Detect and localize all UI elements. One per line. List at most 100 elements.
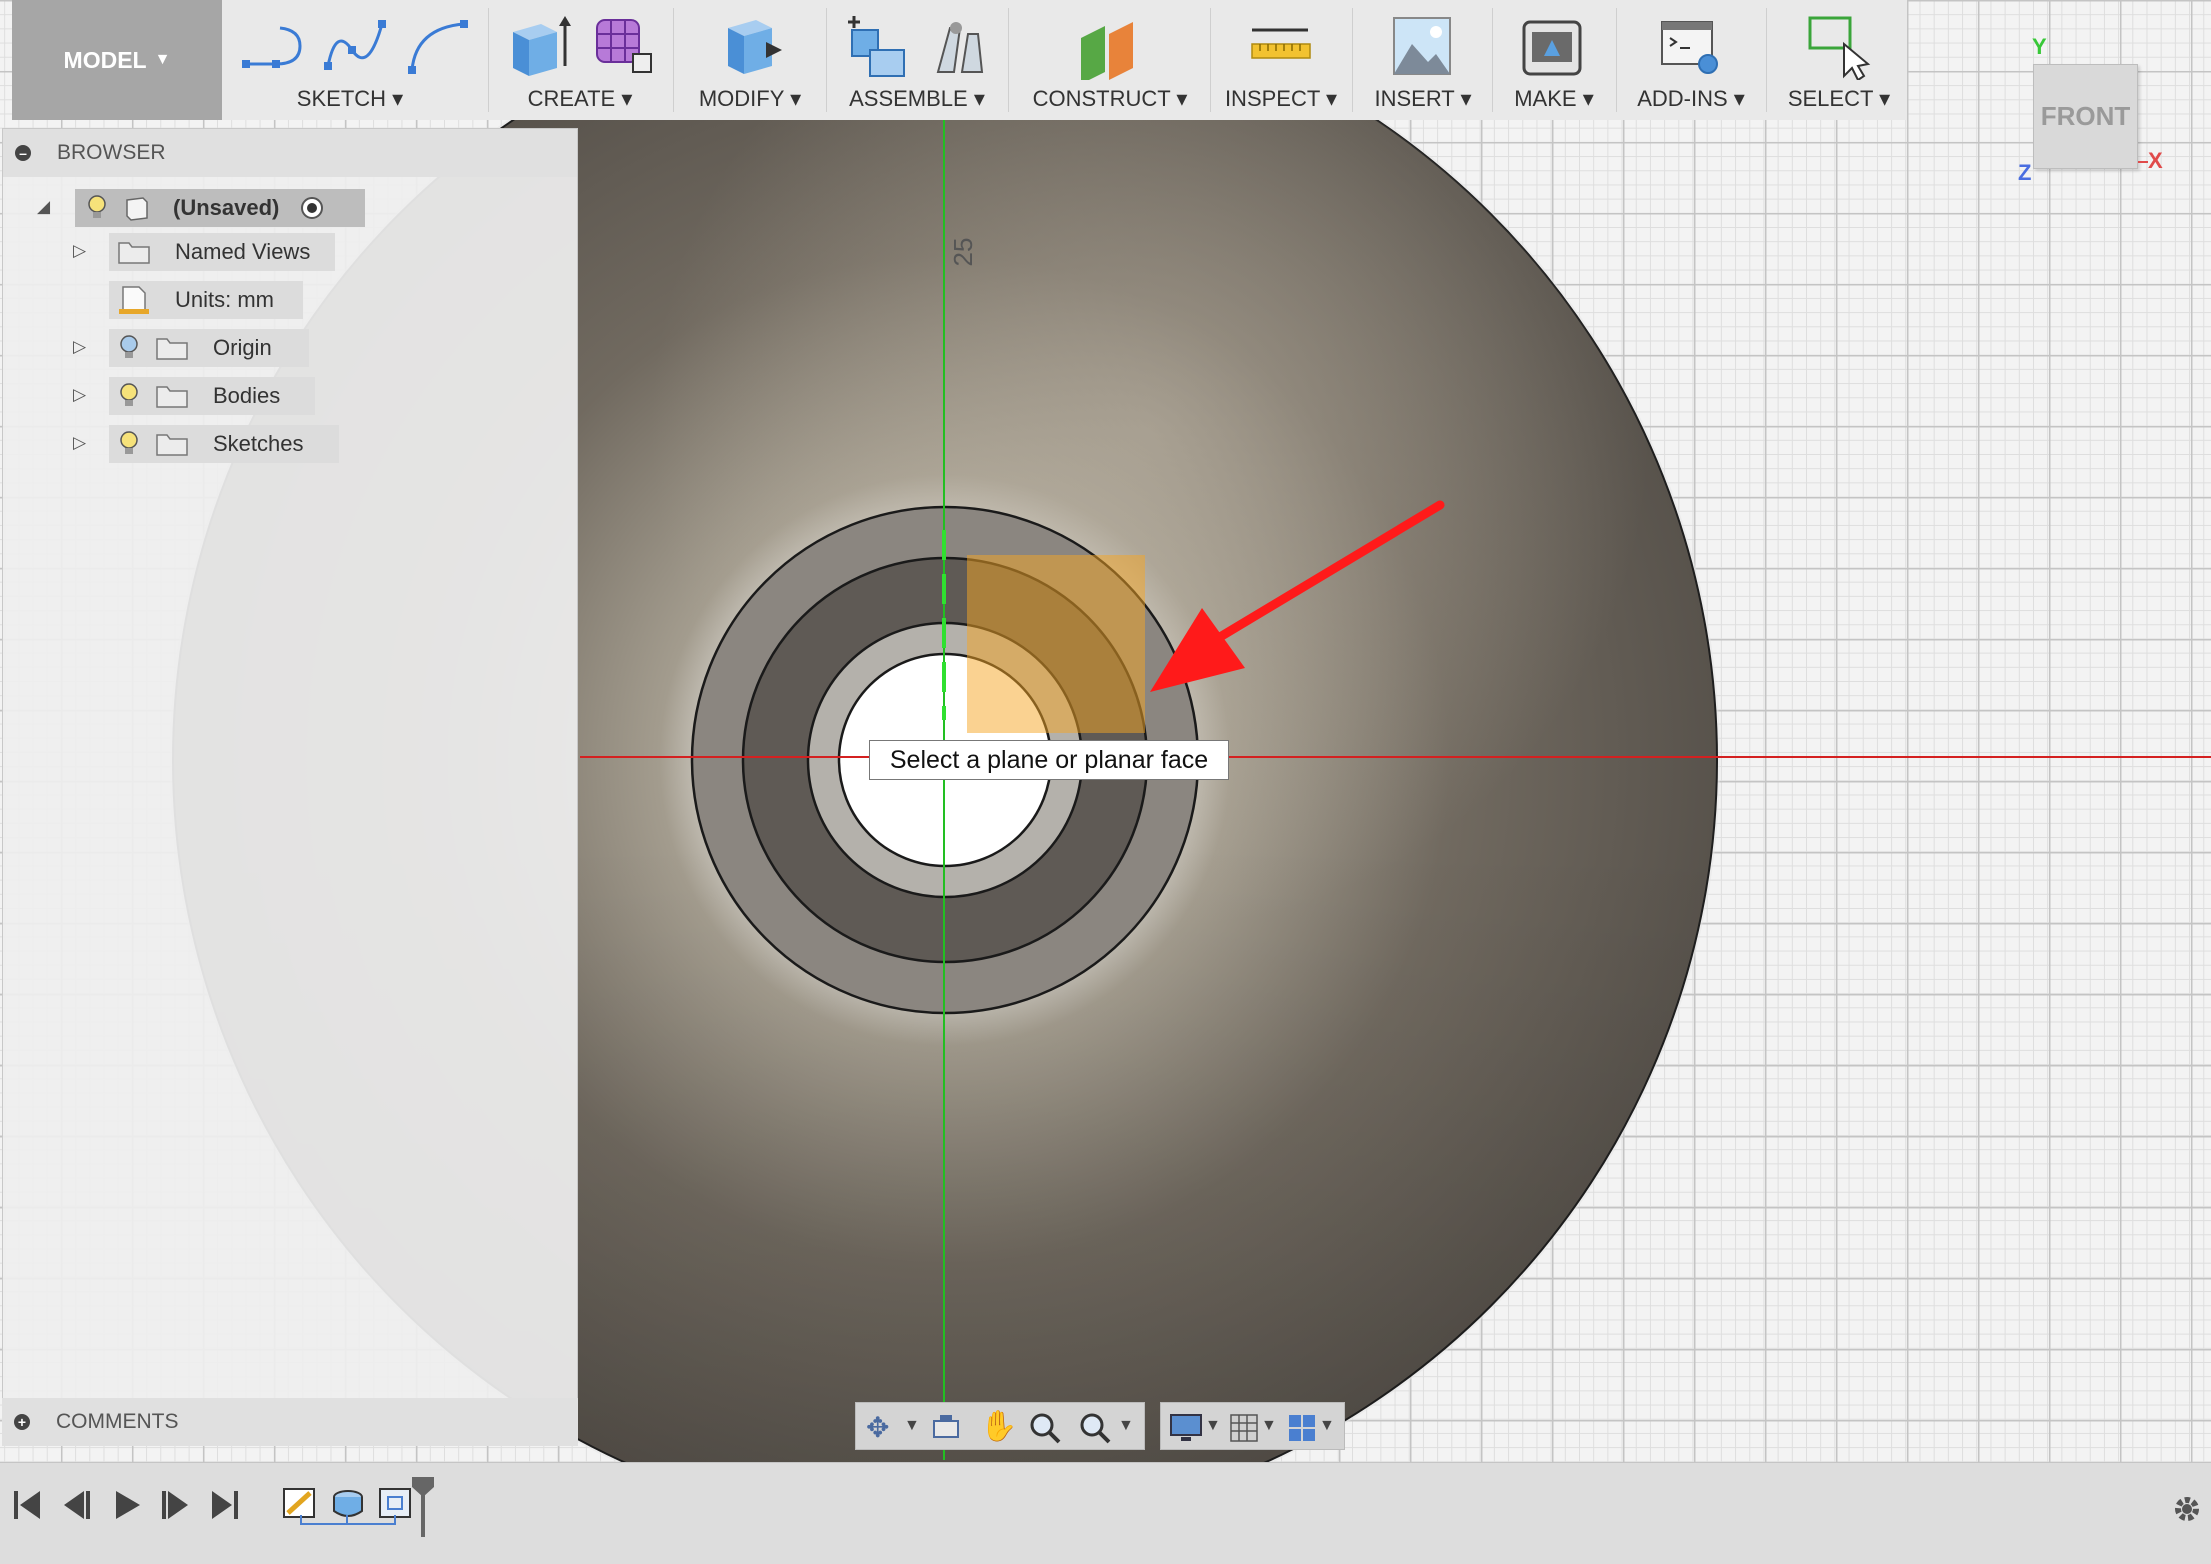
visibility-bulb-icon[interactable] bbox=[117, 382, 141, 410]
orbit-dropdown-icon[interactable]: ▼ bbox=[904, 1417, 920, 1435]
look-at-icon[interactable] bbox=[930, 1413, 962, 1441]
view-cube-axis-y: Y bbox=[2032, 34, 2047, 59]
grid-settings-icon[interactable] bbox=[1229, 1413, 1259, 1443]
measure-icon[interactable] bbox=[1248, 26, 1314, 66]
display-settings-group: ▼ ▼ ▼ bbox=[1160, 1402, 1345, 1450]
browser-item-sketches[interactable]: Sketches bbox=[109, 425, 339, 463]
browser-title: BROWSER bbox=[57, 141, 166, 164]
press-pull-icon[interactable] bbox=[716, 14, 786, 78]
insert-image-icon[interactable] bbox=[1390, 14, 1454, 78]
modify-menu-label[interactable]: MODIFY ▾ bbox=[680, 86, 820, 112]
inspect-menu-label[interactable]: INSPECT ▾ bbox=[1216, 86, 1346, 112]
orbit-icon[interactable]: ✥ bbox=[866, 1411, 889, 1444]
item-label: Bodies bbox=[213, 383, 281, 408]
item-label: Units: mm bbox=[175, 287, 274, 312]
document-units-icon bbox=[119, 286, 149, 314]
create-menu-label[interactable]: CREATE ▾ bbox=[495, 86, 665, 112]
expand-bodies-icon[interactable]: ▷ bbox=[73, 385, 86, 405]
expand-origin-icon[interactable]: ▷ bbox=[73, 337, 86, 357]
extrude-icon[interactable] bbox=[507, 14, 571, 78]
browser-item-units[interactable]: Units: mm bbox=[109, 281, 303, 319]
line-tool-icon[interactable] bbox=[240, 20, 310, 72]
construct-menu[interactable]: CONSTRUCT ▾ bbox=[1015, 0, 1205, 120]
scripts-icon[interactable] bbox=[1658, 16, 1726, 80]
expand-panel-icon[interactable]: + bbox=[14, 1414, 30, 1430]
display-dropdown-icon[interactable]: ▼ bbox=[1205, 1417, 1221, 1435]
offset-plane-icon[interactable] bbox=[1075, 14, 1149, 80]
step-back-icon[interactable] bbox=[62, 1489, 92, 1521]
collapse-panel-icon[interactable]: – bbox=[15, 145, 31, 161]
comments-panel-header[interactable]: + COMMENTS bbox=[2, 1398, 578, 1446]
modify-menu[interactable]: MODIFY ▾ bbox=[680, 0, 820, 120]
activate-radio-icon[interactable] bbox=[299, 195, 325, 221]
navigation-bar: ✥ ▼ ✋ ▼ ▼ ▼ ▼ bbox=[855, 1402, 1345, 1450]
make-menu[interactable]: MAKE ▾ bbox=[1498, 0, 1610, 120]
select-window-icon[interactable] bbox=[1806, 14, 1872, 80]
step-forward-icon[interactable] bbox=[160, 1489, 190, 1521]
view-cube[interactable]: FRONT bbox=[2033, 64, 2138, 169]
pan-hand-icon[interactable]: ✋ bbox=[980, 1409, 1017, 1444]
dimension-label: 25 bbox=[948, 237, 978, 267]
make-menu-label[interactable]: MAKE ▾ bbox=[1498, 86, 1610, 112]
plane-highlight bbox=[967, 555, 1145, 733]
sketch-menu-label[interactable]: SKETCH ▾ bbox=[230, 86, 470, 112]
browser-root-node[interactable]: (Unsaved) bbox=[75, 189, 365, 227]
item-label: Origin bbox=[213, 335, 272, 360]
timeline-marker-icon[interactable] bbox=[410, 1475, 436, 1539]
assemble-menu[interactable]: ASSEMBLE ▾ bbox=[832, 0, 1002, 120]
timeline-settings-gear-icon[interactable] bbox=[2171, 1493, 2203, 1525]
add-ins-menu[interactable]: ADD-INS ▾ bbox=[1622, 0, 1760, 120]
insert-menu-label[interactable]: INSERT ▾ bbox=[1358, 86, 1488, 112]
visibility-bulb-icon[interactable] bbox=[117, 430, 141, 458]
grid-dropdown-icon[interactable]: ▼ bbox=[1261, 1417, 1277, 1435]
chevron-down-icon: ▼ bbox=[154, 51, 171, 68]
form-icon[interactable] bbox=[591, 14, 655, 78]
folder-icon bbox=[156, 386, 188, 408]
3d-print-icon[interactable] bbox=[1520, 16, 1584, 80]
new-component-icon[interactable] bbox=[844, 14, 914, 80]
browser-panel: – BROWSER ◢ (Unsaved) ▷ Named Views Unit… bbox=[2, 128, 578, 1446]
assemble-menu-label[interactable]: ASSEMBLE ▾ bbox=[832, 86, 1002, 112]
timeline-sketch-feature-icon-2[interactable] bbox=[378, 1485, 414, 1521]
expand-named-views-icon[interactable]: ▷ bbox=[73, 241, 86, 261]
inspect-menu[interactable]: INSPECT ▾ bbox=[1216, 0, 1346, 120]
workspace-switcher-button[interactable]: MODEL ▼ bbox=[12, 0, 222, 120]
joint-icon[interactable] bbox=[928, 14, 994, 80]
visibility-bulb-icon[interactable] bbox=[85, 194, 109, 222]
folder-icon bbox=[156, 434, 188, 456]
create-menu[interactable]: CREATE ▾ bbox=[495, 0, 665, 120]
browser-item-origin[interactable]: Origin bbox=[109, 329, 309, 367]
zoom-icon[interactable] bbox=[1028, 1411, 1062, 1445]
viewports-icon[interactable] bbox=[1287, 1413, 1317, 1443]
timeline-revolve-feature-icon[interactable] bbox=[330, 1485, 366, 1521]
select-menu-label[interactable]: SELECT ▾ bbox=[1772, 86, 1906, 112]
go-to-end-icon[interactable] bbox=[210, 1489, 240, 1521]
browser-header[interactable]: – BROWSER bbox=[3, 129, 577, 177]
sketch-menu[interactable]: SKETCH ▾ bbox=[230, 0, 470, 120]
nav-tools-group: ✥ ▼ ✋ ▼ bbox=[855, 1402, 1145, 1450]
view-cube-axis-x: X bbox=[2148, 148, 2163, 173]
add-ins-menu-label[interactable]: ADD-INS ▾ bbox=[1622, 86, 1760, 112]
selection-tooltip: Select a plane or planar face bbox=[869, 740, 1229, 780]
go-to-start-icon[interactable] bbox=[12, 1489, 42, 1521]
construct-menu-label[interactable]: CONSTRUCT ▾ bbox=[1015, 86, 1205, 112]
view-cube-face-label: FRONT bbox=[2040, 101, 2131, 131]
browser-item-bodies[interactable]: Bodies bbox=[109, 377, 315, 415]
expand-sketches-icon[interactable]: ▷ bbox=[73, 433, 86, 453]
display-settings-icon[interactable] bbox=[1169, 1413, 1203, 1443]
comments-title: COMMENTS bbox=[56, 1410, 179, 1433]
item-label: Named Views bbox=[175, 239, 311, 264]
browser-item-named-views[interactable]: Named Views bbox=[109, 233, 335, 271]
select-menu[interactable]: SELECT ▾ bbox=[1772, 0, 1906, 120]
play-icon[interactable] bbox=[112, 1489, 142, 1521]
arc-tool-icon[interactable] bbox=[406, 16, 472, 76]
folder-icon bbox=[156, 338, 188, 360]
visibility-bulb-icon[interactable] bbox=[117, 334, 141, 362]
root-label: (Unsaved) bbox=[173, 195, 280, 220]
viewports-dropdown-icon[interactable]: ▼ bbox=[1319, 1417, 1335, 1435]
expand-root-icon[interactable]: ◢ bbox=[37, 197, 50, 217]
spline-tool-icon[interactable] bbox=[322, 16, 392, 76]
zoom-window-icon[interactable] bbox=[1078, 1411, 1112, 1445]
insert-menu[interactable]: INSERT ▾ bbox=[1358, 0, 1488, 120]
zoom-dropdown-icon[interactable]: ▼ bbox=[1118, 1417, 1134, 1435]
